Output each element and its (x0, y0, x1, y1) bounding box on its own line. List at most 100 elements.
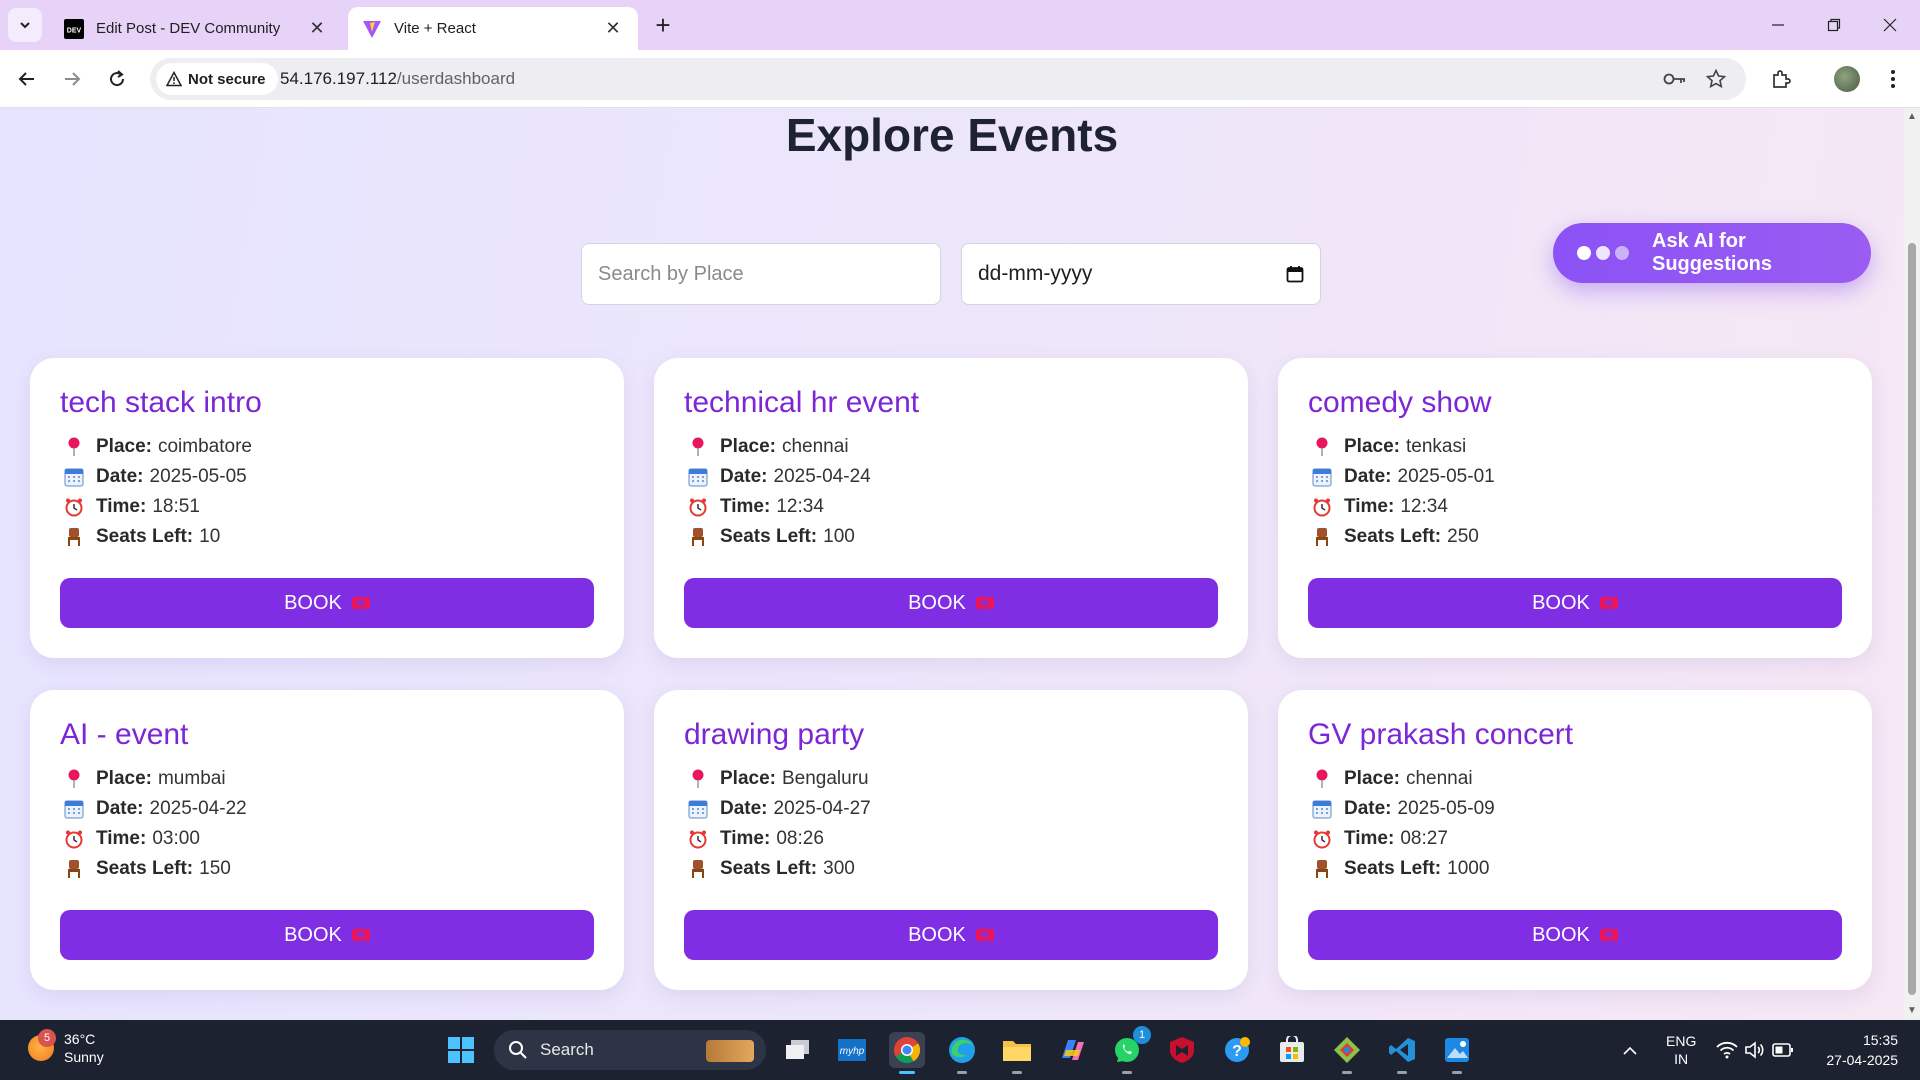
event-seats-row: Seats Left: 150 (60, 854, 594, 884)
browser-toolbar: Not secure 54.176.197.112/userdashboard (0, 50, 1920, 108)
calendar-icon (1312, 798, 1332, 820)
region: IN (1674, 1051, 1689, 1067)
reload-button[interactable] (100, 62, 134, 96)
whatsapp-icon[interactable]: 1 (1109, 1026, 1151, 1074)
event-title: tech stack intro (60, 386, 262, 419)
show-hidden-icons[interactable] (1622, 1020, 1638, 1080)
battery-icon (1772, 1043, 1793, 1057)
restore-button[interactable] (1816, 8, 1852, 42)
weather-widget[interactable]: 5 36°C Sunny (28, 1029, 104, 1066)
chair-icon (64, 858, 84, 880)
hp-app-icon[interactable]: myhp (834, 1032, 870, 1068)
event-place-value: chennai (1405, 768, 1473, 789)
scroll-up-arrow-icon[interactable]: ▲ (1907, 112, 1917, 122)
close-tab-icon[interactable]: ✕ (306, 18, 328, 40)
event-seats-row: Seats Left: 10 (60, 522, 594, 552)
get-help-icon[interactable]: ? (1219, 1032, 1255, 1068)
clock-date: 27-04-2025 (1826, 1052, 1898, 1068)
task-view-icon[interactable] (780, 1032, 816, 1068)
ticket-icon (975, 929, 994, 941)
quick-settings[interactable] (1716, 1020, 1794, 1080)
mcafee-icon[interactable] (1164, 1032, 1200, 1068)
minimize-button[interactable] (1760, 8, 1796, 42)
ask-ai-button[interactable]: Ask AI for Suggestions (1553, 223, 1871, 283)
event-place-label: Place: (720, 768, 776, 789)
sun-icon: 5 (28, 1029, 56, 1061)
book-button[interactable]: BOOK (684, 910, 1218, 960)
image-viewer-icon[interactable] (1439, 1032, 1475, 1074)
event-date-row: Date: 2025-05-09 (1308, 794, 1842, 824)
password-key-icon[interactable] (1662, 66, 1688, 92)
temperature: 36°C (64, 1031, 96, 1047)
event-title: technical hr event (684, 386, 920, 419)
microsoft-store-icon[interactable] (1274, 1032, 1310, 1068)
event-date-value: 2025-04-24 (773, 466, 871, 487)
close-window-button[interactable] (1872, 8, 1908, 42)
new-tab-button[interactable]: + (648, 10, 678, 40)
event-time-row: Time: 08:27 (1308, 824, 1842, 854)
event-time-label: Time: (96, 828, 147, 849)
close-icon (1883, 18, 1897, 32)
page-title: Explore Events (785, 109, 1119, 161)
scroll-thumb[interactable] (1908, 243, 1916, 995)
copilot-icon[interactable] (1054, 1032, 1090, 1068)
event-time-row: Time: 03:00 (60, 824, 594, 854)
chrome-icon[interactable] (889, 1032, 925, 1074)
book-button[interactable]: BOOK (1308, 578, 1842, 628)
language-indicator[interactable]: ENG IN (1666, 1020, 1696, 1080)
back-button[interactable] (10, 62, 44, 96)
ticket-icon (351, 929, 370, 941)
event-seats-value: 300 (823, 858, 855, 879)
svg-text:myhp: myhp (840, 1046, 865, 1057)
dev-logo-icon: DEV (64, 18, 84, 39)
book-button[interactable]: BOOK (684, 578, 1218, 628)
event-date-row: Date: 2025-05-05 (60, 462, 594, 492)
tab-vite-react[interactable]: Vite + React ✕ (348, 7, 638, 50)
chevron-down-icon (20, 22, 30, 29)
browser-tab-bar: DEV Edit Post - DEV Community ✕ Vite + R… (0, 0, 1920, 50)
event-date-row: Date: 2025-04-24 (684, 462, 1218, 492)
tab-dev-community[interactable]: DEV Edit Post - DEV Community ✕ (50, 7, 342, 50)
event-seats-value: 250 (1447, 526, 1479, 547)
event-place-label: Place: (720, 436, 776, 457)
event-date-value: 2025-05-09 (1397, 798, 1495, 819)
tab-search-button[interactable] (8, 8, 42, 42)
forward-button[interactable] (55, 62, 89, 96)
url-text[interactable]: 54.176.197.112/userdashboard (280, 69, 515, 89)
scroll-down-arrow-icon[interactable]: ▼ (1907, 1006, 1917, 1016)
running-indicator (1452, 1071, 1462, 1074)
browser-menu-icon[interactable] (1876, 62, 1910, 96)
reload-icon (110, 70, 125, 87)
edge-icon[interactable] (944, 1032, 980, 1074)
security-chip[interactable]: Not secure (156, 63, 278, 95)
calendar-icon (64, 466, 84, 488)
event-place-value: mumbai (157, 768, 226, 789)
event-place-value: coimbatore (157, 436, 252, 457)
book-button[interactable]: BOOK (1308, 910, 1842, 960)
close-tab-icon[interactable]: ✕ (602, 18, 624, 40)
event-seats-label: Seats Left: (1344, 858, 1442, 879)
git-tool-icon[interactable] (1329, 1032, 1365, 1074)
file-explorer-icon[interactable] (999, 1032, 1035, 1074)
calendar-icon[interactable] (1286, 265, 1304, 283)
svg-text:DEV: DEV (67, 27, 82, 34)
vscode-icon[interactable] (1384, 1032, 1420, 1074)
event-seats-row: Seats Left: 1000 (1308, 854, 1842, 884)
event-date-value: 2025-04-27 (773, 798, 871, 819)
profile-avatar[interactable] (1830, 62, 1864, 96)
system-clock[interactable]: 15:35 27-04-2025 (1826, 1030, 1898, 1070)
page-scrollbar[interactable]: ▲ ▼ (1904, 108, 1920, 1020)
taskbar-search[interactable]: Search (494, 1030, 766, 1070)
address-bar[interactable]: Not secure 54.176.197.112/userdashboard (150, 58, 1746, 100)
wifi-icon (1716, 1041, 1738, 1059)
extensions-icon[interactable] (1764, 62, 1798, 96)
search-by-place-input[interactable] (581, 243, 941, 305)
book-button[interactable]: BOOK (60, 578, 594, 628)
windows-start-icon[interactable] (443, 1032, 479, 1068)
event-seats-value: 1000 (1447, 858, 1490, 879)
book-button[interactable]: BOOK (60, 910, 594, 960)
bookmark-star-icon[interactable] (1703, 66, 1729, 92)
event-time-row: Time: 08:26 (684, 824, 1218, 854)
event-place-label: Place: (96, 768, 152, 789)
date-filter-input[interactable]: dd-mm-yyyy (961, 243, 1321, 305)
